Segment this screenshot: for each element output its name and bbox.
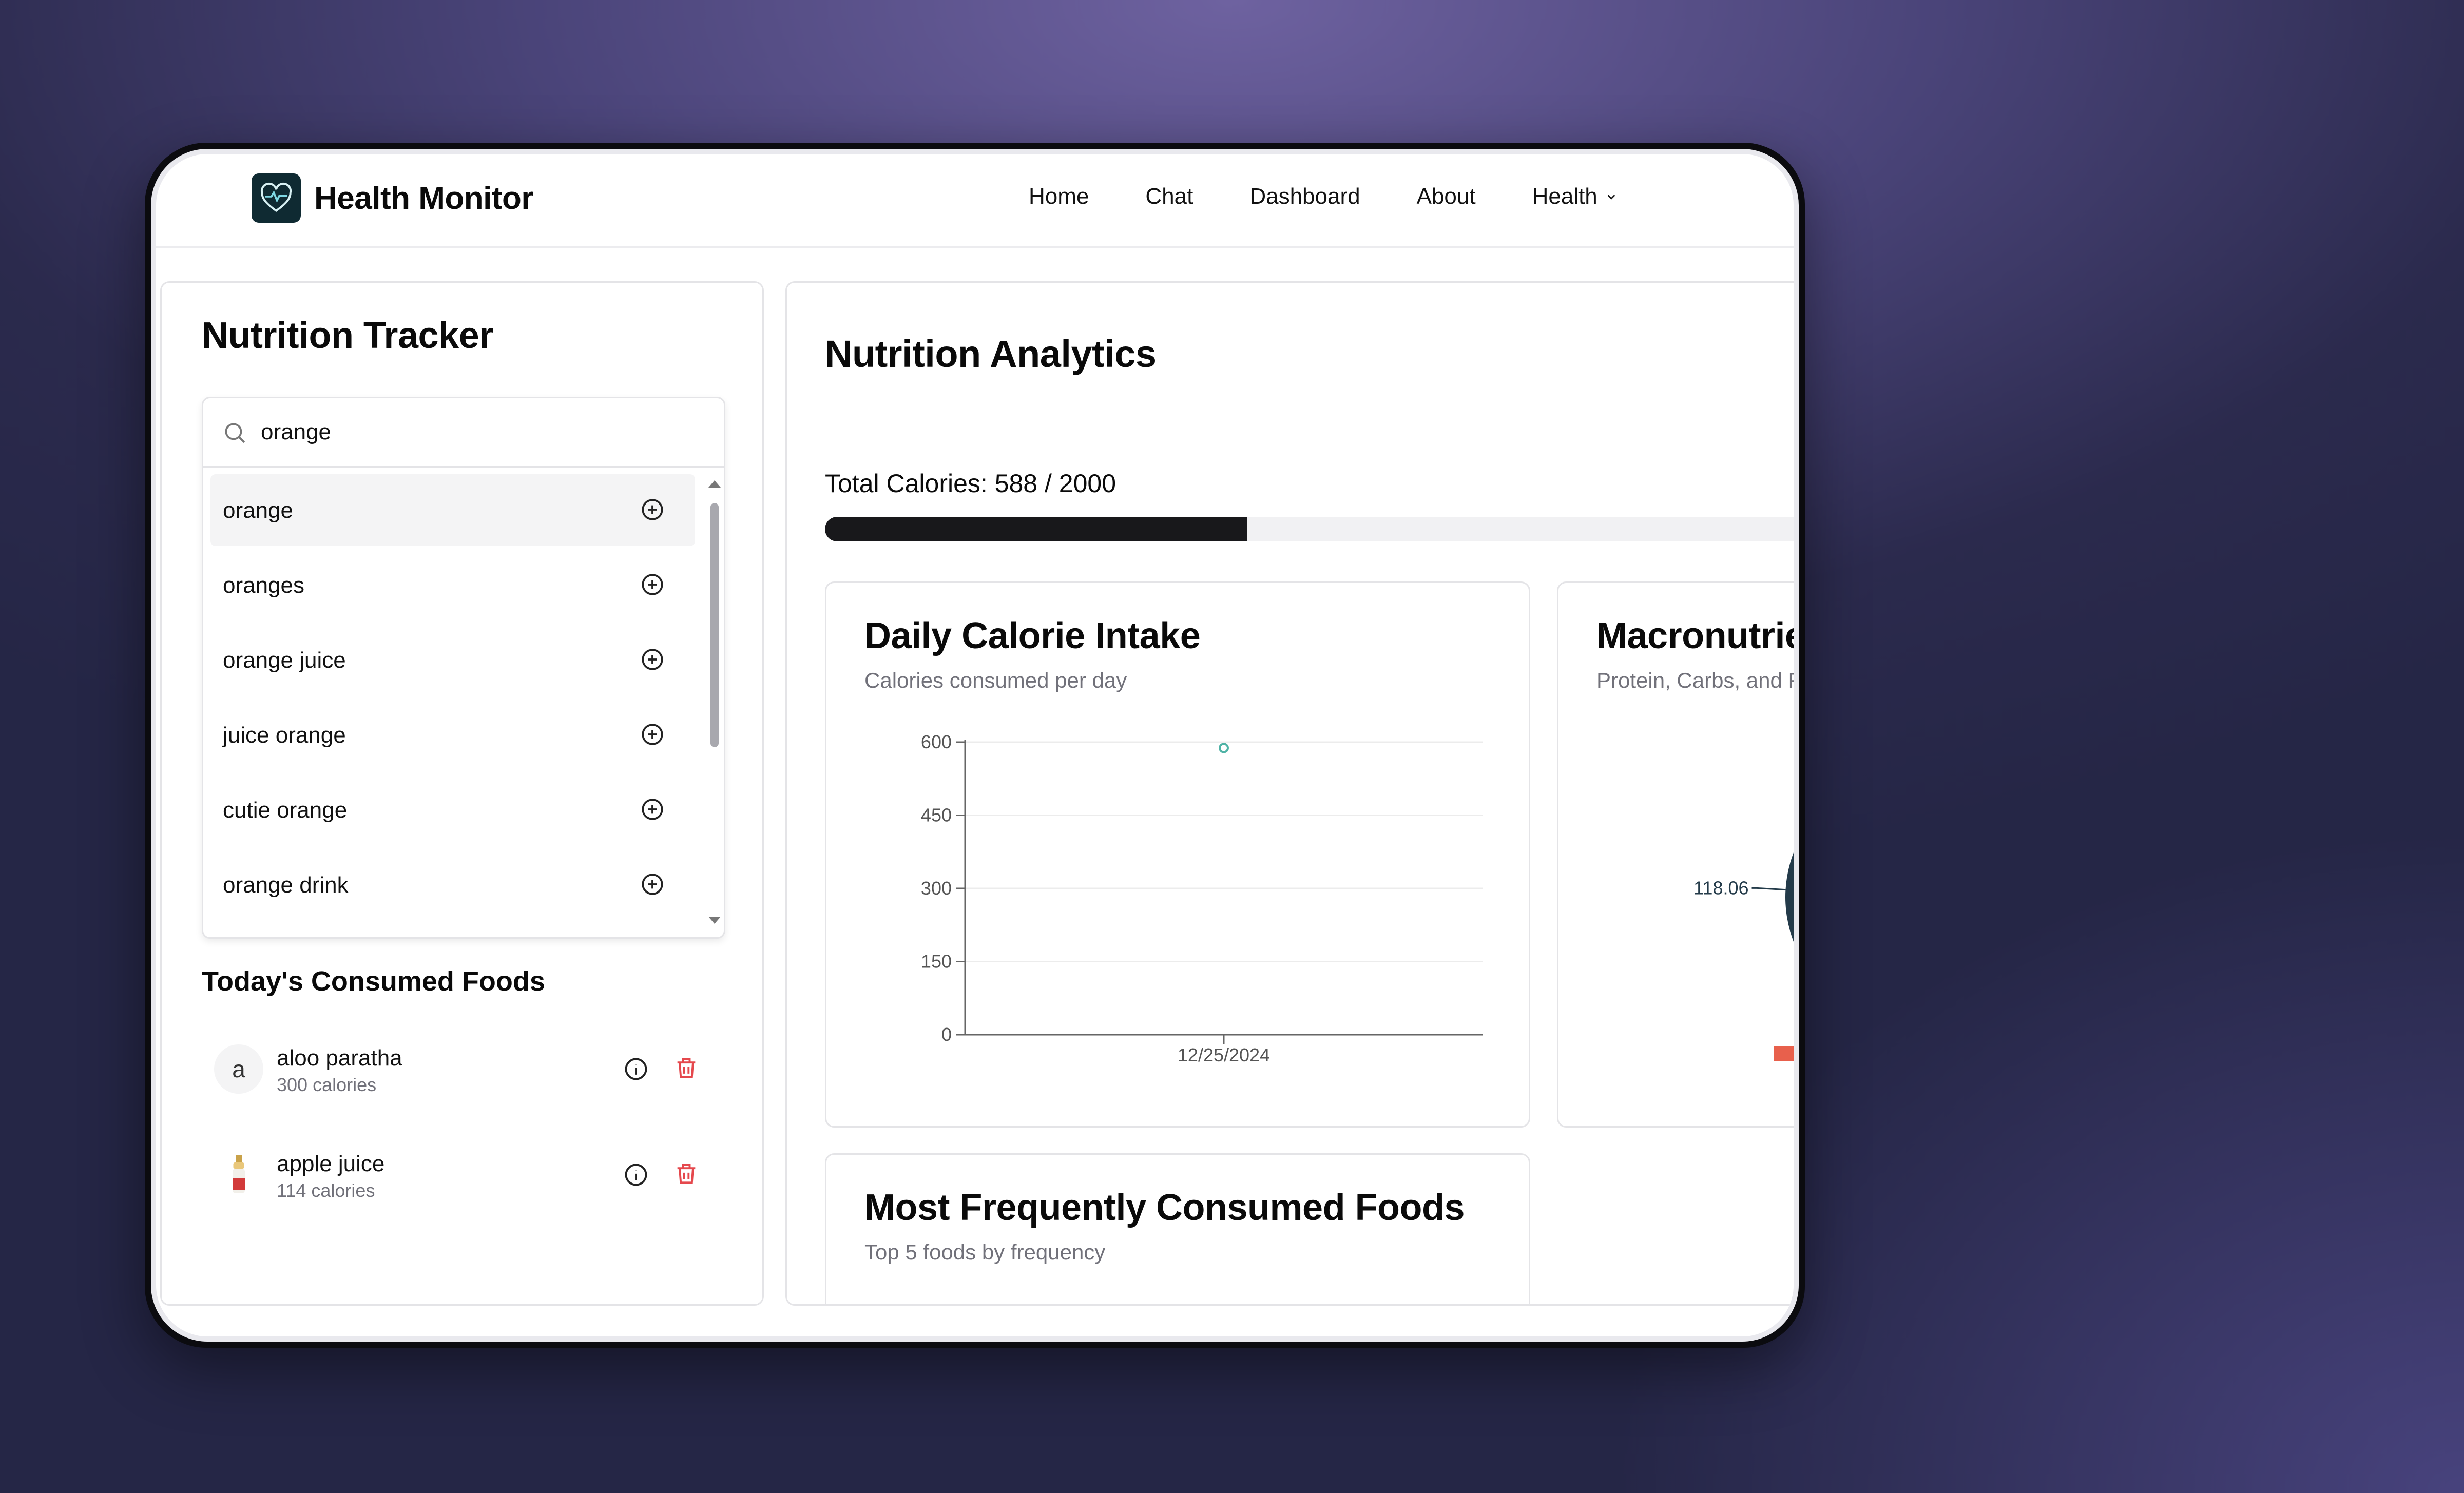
- add-circle-icon[interactable]: [640, 647, 665, 672]
- consumed-food-item: a aloo paratha 300 calories: [202, 1030, 715, 1112]
- result-item[interactable]: orange juice: [210, 624, 695, 696]
- y-tick-label: 0: [941, 1024, 952, 1045]
- result-label: orange juice: [223, 648, 346, 673]
- nav-link-about[interactable]: About: [1417, 184, 1476, 209]
- nav-link-dashboard[interactable]: Dashboard: [1249, 184, 1360, 209]
- device-frame: Health Monitor Home Chat Dashboard About…: [145, 143, 1805, 1348]
- chevron-down-icon: [1607, 195, 1615, 200]
- add-circle-icon[interactable]: [640, 797, 665, 822]
- search-results-list: orange oranges orange juice juice orange…: [210, 474, 695, 924]
- nav-dropdown-health[interactable]: Health: [1532, 184, 1617, 209]
- scroll-up-arrow-icon[interactable]: [708, 480, 721, 488]
- macronutrient-pie-chart: 8.94118.0611.530000000000ProteinCarbsFat: [1693, 852, 1794, 1061]
- result-label: orange drink: [223, 872, 349, 898]
- macronutrient-card: Macronutrient Distribution Protein, Carb…: [1557, 581, 1794, 1128]
- consumed-food-item: apple juice 114 calories: [202, 1136, 715, 1218]
- result-item[interactable]: orange drink: [210, 849, 695, 921]
- apple-juice-bottle-icon: [214, 1150, 263, 1199]
- navbar: Health Monitor Home Chat Dashboard About…: [156, 154, 1794, 248]
- search-icon: [222, 420, 247, 448]
- result-label: oranges: [223, 573, 305, 598]
- y-tick-label: 300: [921, 878, 952, 899]
- add-circle-icon[interactable]: [640, 497, 665, 522]
- trash-icon[interactable]: [673, 1160, 700, 1187]
- nav-links: Home Chat Dashboard About Health: [1029, 184, 1673, 209]
- result-item[interactable]: oranges: [210, 549, 695, 621]
- brand-title: Health Monitor: [314, 180, 533, 216]
- consumed-foods-title: Today's Consumed Foods: [202, 966, 545, 997]
- nutrition-analytics-panel: Nutrition Analytics Total Calories: 588 …: [785, 281, 1794, 1306]
- nav-dropdown-label: Health: [1532, 184, 1597, 209]
- x-tick-label: 12/25/2024: [1178, 1044, 1270, 1065]
- result-item[interactable]: orange: [210, 474, 695, 546]
- card-subtitle: Top 5 foods by frequency: [864, 1240, 1106, 1264]
- daily-calorie-chart: 0 150 300 450 600 12/25/2024: [921, 731, 1483, 1065]
- y-tick-label: 600: [921, 731, 952, 752]
- y-tick-label: 150: [921, 951, 952, 972]
- food-avatar: a: [214, 1044, 263, 1094]
- food-calories: 300 calories: [277, 1074, 377, 1095]
- nutrition-tracker-panel: Nutrition Tracker orange orange oranges …: [160, 281, 764, 1306]
- nutrition-analytics-title: Nutrition Analytics: [825, 333, 1157, 375]
- brand[interactable]: Health Monitor: [252, 173, 533, 223]
- nav-link-home[interactable]: Home: [1029, 184, 1089, 209]
- food-name: apple juice: [277, 1151, 385, 1176]
- result-label: cutie orange: [223, 798, 348, 823]
- pie-label-line: [1751, 887, 1786, 891]
- card-title: Most Frequently Consumed Foods: [864, 1187, 1465, 1228]
- info-icon[interactable]: [623, 1161, 649, 1188]
- info-icon[interactable]: [623, 1056, 649, 1082]
- food-search-combobox: orange oranges orange juice juice o: [202, 397, 725, 939]
- heart-monitor-logo-icon: [252, 173, 301, 223]
- nav-link-chat[interactable]: Chat: [1145, 184, 1193, 209]
- scroll-down-arrow-icon[interactable]: [708, 917, 721, 924]
- result-item[interactable]: juice orange: [210, 699, 695, 771]
- device-bezel: Health Monitor Home Chat Dashboard About…: [151, 149, 1799, 1342]
- result-label: orange: [223, 498, 294, 523]
- food-name: aloo paratha: [277, 1045, 402, 1071]
- legend-swatch: [1774, 1046, 1794, 1061]
- add-circle-icon[interactable]: [640, 871, 665, 897]
- pie-value-label: 118.06: [1693, 877, 1748, 898]
- most-frequent-card: Most Frequently Consumed Foods Top 5 foo…: [825, 1153, 1530, 1304]
- result-label: juice orange: [223, 723, 346, 748]
- calorie-progress-fill: [825, 517, 1248, 541]
- nutrition-tracker-title: Nutrition Tracker: [202, 315, 493, 356]
- total-calories-label: Total Calories: 588 / 2000: [825, 469, 1116, 498]
- add-circle-icon[interactable]: [640, 722, 665, 747]
- scroll-thumb[interactable]: [710, 503, 719, 747]
- food-calories: 114 calories: [277, 1180, 375, 1201]
- trash-icon[interactable]: [673, 1055, 700, 1081]
- data-point: [1219, 743, 1229, 753]
- calorie-progress-bar: [825, 517, 1794, 541]
- search-row: [203, 398, 724, 468]
- add-circle-icon[interactable]: [640, 572, 665, 597]
- results-scrollbar[interactable]: [703, 466, 724, 937]
- result-item[interactable]: cutie orange: [210, 774, 695, 846]
- app-screen: Health Monitor Home Chat Dashboard About…: [156, 154, 1794, 1336]
- daily-calorie-card: Daily Calorie Intake Calories consumed p…: [825, 581, 1530, 1128]
- food-search-input[interactable]: [260, 414, 672, 451]
- pie-slice: [1785, 852, 1794, 942]
- y-tick-label: 450: [921, 805, 952, 826]
